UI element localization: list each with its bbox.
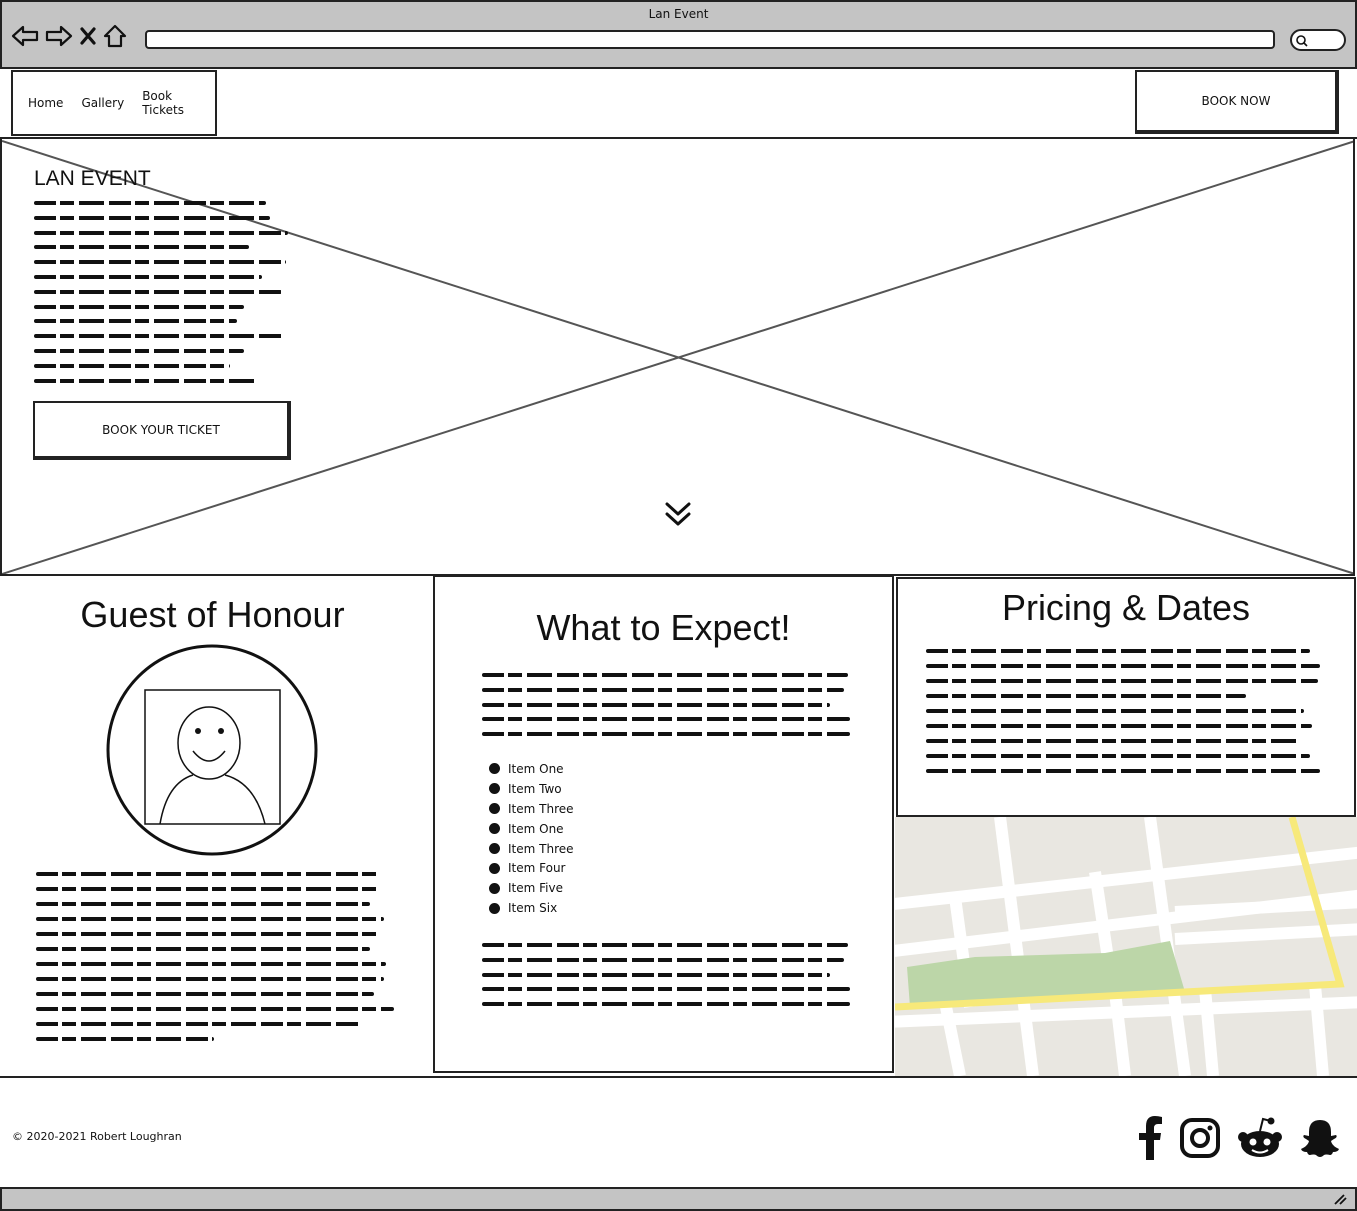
list-item: Item Three [489, 839, 574, 859]
browser-nav-controls [10, 22, 128, 50]
location-map[interactable] [895, 817, 1357, 1076]
expect-intro-text [482, 673, 852, 747]
nav-link-home[interactable]: Home [28, 96, 63, 110]
list-item: Item One [489, 759, 574, 779]
reddit-icon[interactable] [1237, 1116, 1283, 1164]
hero-text [34, 201, 289, 393]
guest-text [36, 872, 396, 1052]
expect-list: Item One Item Two Item Three Item One It… [489, 759, 574, 918]
expect-title: What to Expect! [536, 607, 791, 648]
expect-closing-text [482, 943, 852, 1017]
list-item: Item Two [489, 779, 574, 799]
copyright-text: © 2020-2021 Robert Loughran [12, 1130, 182, 1143]
list-item: Item Four [489, 858, 574, 878]
book-your-ticket-button[interactable]: BOOK YOUR TICKET [33, 401, 291, 460]
guest-title: Guest of Honour [80, 594, 345, 635]
facebook-icon[interactable] [1137, 1116, 1163, 1164]
book-now-button[interactable]: BOOK NOW [1135, 70, 1339, 134]
list-item: Item Six [489, 898, 574, 918]
nav-link-gallery[interactable]: Gallery [81, 96, 124, 110]
guest-of-honour-section: Guest of Honour [0, 576, 433, 1076]
list-item: Item Three [489, 799, 574, 819]
site-footer: © 2020-2021 Robert Loughran [0, 1076, 1357, 1189]
home-icon[interactable] [102, 22, 128, 50]
instagram-icon[interactable] [1179, 1117, 1221, 1163]
back-icon[interactable] [10, 22, 40, 50]
browser-chrome: Lan Event [0, 0, 1357, 69]
list-item: Item One [489, 819, 574, 839]
browser-search[interactable] [1290, 29, 1346, 51]
snapchat-icon[interactable] [1299, 1117, 1341, 1163]
hero-section: LAN EVENT BOOK YOUR TICKET [0, 139, 1355, 576]
scroll-down-icon[interactable] [663, 500, 693, 532]
pricing-title: Pricing & Dates [1001, 587, 1251, 628]
resize-grip-icon[interactable] [1333, 1193, 1347, 1205]
what-to-expect-section: What to Expect! Item One Item Two Item T… [433, 575, 894, 1073]
hero-title: LAN EVENT [34, 167, 151, 190]
browser-status-bar [0, 1189, 1357, 1211]
social-links [1137, 1116, 1341, 1164]
forward-icon[interactable] [44, 22, 74, 50]
list-item: Item Five [489, 878, 574, 898]
stop-icon[interactable] [78, 22, 98, 50]
main-menu: Home Gallery Book Tickets [11, 70, 217, 136]
site-header: Home Gallery Book Tickets BOOK NOW [0, 69, 1357, 139]
url-bar[interactable] [145, 30, 1275, 49]
pricing-text [926, 649, 1321, 784]
search-icon [1296, 35, 1308, 47]
pricing-dates-section: Pricing & Dates [896, 577, 1356, 817]
browser-title: Lan Event [648, 7, 709, 21]
nav-link-book-tickets[interactable]: Book Tickets [142, 89, 215, 117]
avatar [105, 643, 320, 862]
